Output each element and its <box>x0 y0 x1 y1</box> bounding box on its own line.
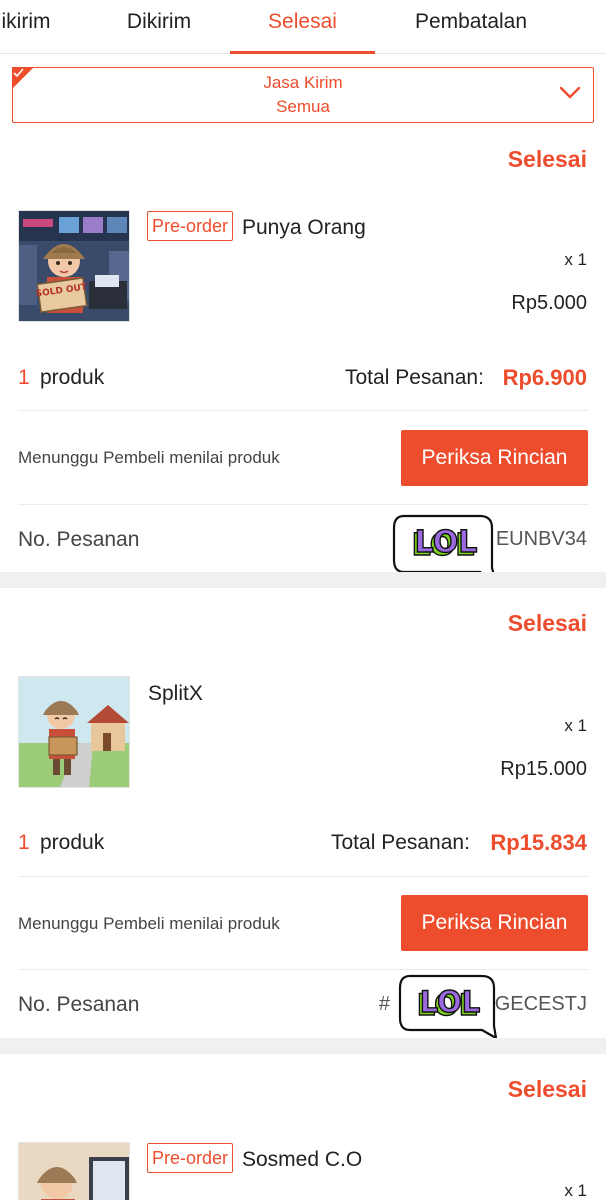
product-thumbnail[interactable] <box>18 1142 130 1200</box>
tab-dikemas[interactable]: ikirim <box>0 0 56 54</box>
order-status-label: Selesai <box>507 146 587 172</box>
order-card: Selesai SplitX x 1 Rp15.000 1 produk Tot… <box>0 588 606 1041</box>
divider <box>18 504 588 505</box>
product-name[interactable]: Sosmed C.O <box>242 1148 362 1172</box>
preorder-badge: Pre-order <box>147 211 234 241</box>
filter-title: Jasa Kirim <box>263 73 343 92</box>
product-image-delivery-child <box>19 677 129 787</box>
product-count: 1 <box>18 831 30 854</box>
order-number-label: No. Pesanan <box>18 993 140 1016</box>
view-details-button[interactable]: Periksa Rincian <box>401 430 588 486</box>
product-thumbnail[interactable]: SOLD OUT <box>18 210 130 322</box>
chevron-down-icon <box>559 86 581 99</box>
order-status-label: Selesai <box>507 1076 587 1102</box>
order-total-value: Rp15.834 <box>490 830 587 855</box>
preorder-badge: Pre-order <box>147 1143 234 1173</box>
product-quantity: x 1 <box>564 250 587 269</box>
product-price: Rp5.000 <box>511 292 587 314</box>
divider <box>18 969 588 970</box>
divider <box>18 410 588 411</box>
shipping-filter-dropdown[interactable]: Jasa Kirim Semua <box>12 67 594 123</box>
lol-sticker-text: LOL <box>415 525 478 560</box>
order-number-label: No. Pesanan <box>18 528 140 551</box>
product-count-label: produk <box>40 831 105 854</box>
lol-sticker-text: LOL <box>420 985 481 1019</box>
product-image-computer-child <box>19 1143 129 1200</box>
tab-selesai[interactable]: Selesai <box>230 0 375 54</box>
order-total-label: Total Pesanan: <box>345 366 484 389</box>
order-number-prefix: # <box>378 993 390 1015</box>
product-name[interactable]: Punya Orang <box>242 216 366 240</box>
product-quantity: x 1 <box>564 716 587 735</box>
view-details-button[interactable]: Periksa Rincian <box>401 895 588 951</box>
lol-sticker: LOL LOL <box>398 972 498 1047</box>
tab-dikirim[interactable]: Dikirim <box>122 0 196 54</box>
order-card: Selesai SOLD OUT Pre-order Punya Orang x… <box>0 130 606 585</box>
product-count: 1 <box>18 366 30 389</box>
product-count-label: produk <box>40 366 105 389</box>
order-total-label: Total Pesanan: <box>331 831 470 854</box>
order-separator <box>0 1038 606 1054</box>
product-image-shop-child: SOLD OUT <box>19 211 129 321</box>
order-status-tabs: ikirim Dikirim Selesai Pembatalan <box>0 0 606 54</box>
tab-pembatalan[interactable]: Pembatalan <box>405 0 537 54</box>
review-status-note: Menunggu Pembeli menilai produk <box>18 914 280 933</box>
product-thumbnail[interactable] <box>18 676 130 788</box>
order-separator <box>0 572 606 588</box>
product-price: Rp15.000 <box>500 758 587 780</box>
divider <box>18 876 588 877</box>
review-status-note: Menunggu Pembeli menilai produk <box>18 448 280 467</box>
product-quantity: x 1 <box>564 1181 587 1200</box>
product-name[interactable]: SplitX <box>148 682 203 706</box>
order-number-value: GECESTJ <box>494 993 587 1015</box>
filter-value: Semua <box>276 97 330 116</box>
order-card: Selesai Pre-order Sosmed C.O x 1 <box>0 1054 606 1200</box>
order-status-label: Selesai <box>507 610 587 636</box>
order-total-value: Rp6.900 <box>502 365 587 390</box>
order-number-value: EUNBV34 <box>495 528 587 550</box>
active-tab-indicator <box>230 51 375 54</box>
